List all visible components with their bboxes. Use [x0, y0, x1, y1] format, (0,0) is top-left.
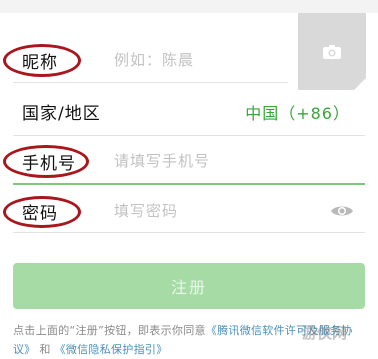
nickname-divider — [13, 82, 288, 83]
nickname-input[interactable] — [114, 49, 284, 71]
phone-input[interactable] — [114, 150, 354, 172]
annotation-ellipse-phone — [3, 145, 89, 178]
avatar-corner-mark — [354, 78, 366, 90]
password-divider — [13, 232, 365, 233]
terms-prefix: 点击上面的“注册”按钮，即表示你同意 — [13, 324, 206, 337]
region-value[interactable]: 中国（+86） — [245, 100, 350, 124]
register-button[interactable]: 注册 — [13, 263, 365, 309]
terms-and: 和 — [35, 343, 55, 356]
terms-link-privacy[interactable]: 《微信隐私保护指引》 — [55, 343, 168, 356]
avatar-picker[interactable] — [298, 13, 366, 90]
annotation-ellipse-password — [3, 196, 81, 228]
annotation-ellipse-nickname — [3, 44, 81, 77]
eye-icon[interactable] — [330, 204, 354, 218]
watermark: 游侠网 — [302, 324, 348, 342]
region-label: 国家/地区 — [22, 104, 101, 124]
region-divider — [13, 135, 365, 136]
status-strip — [0, 0, 378, 13]
camera-icon — [323, 45, 341, 59]
password-input[interactable] — [114, 200, 314, 222]
phone-divider-focused — [13, 183, 365, 185]
